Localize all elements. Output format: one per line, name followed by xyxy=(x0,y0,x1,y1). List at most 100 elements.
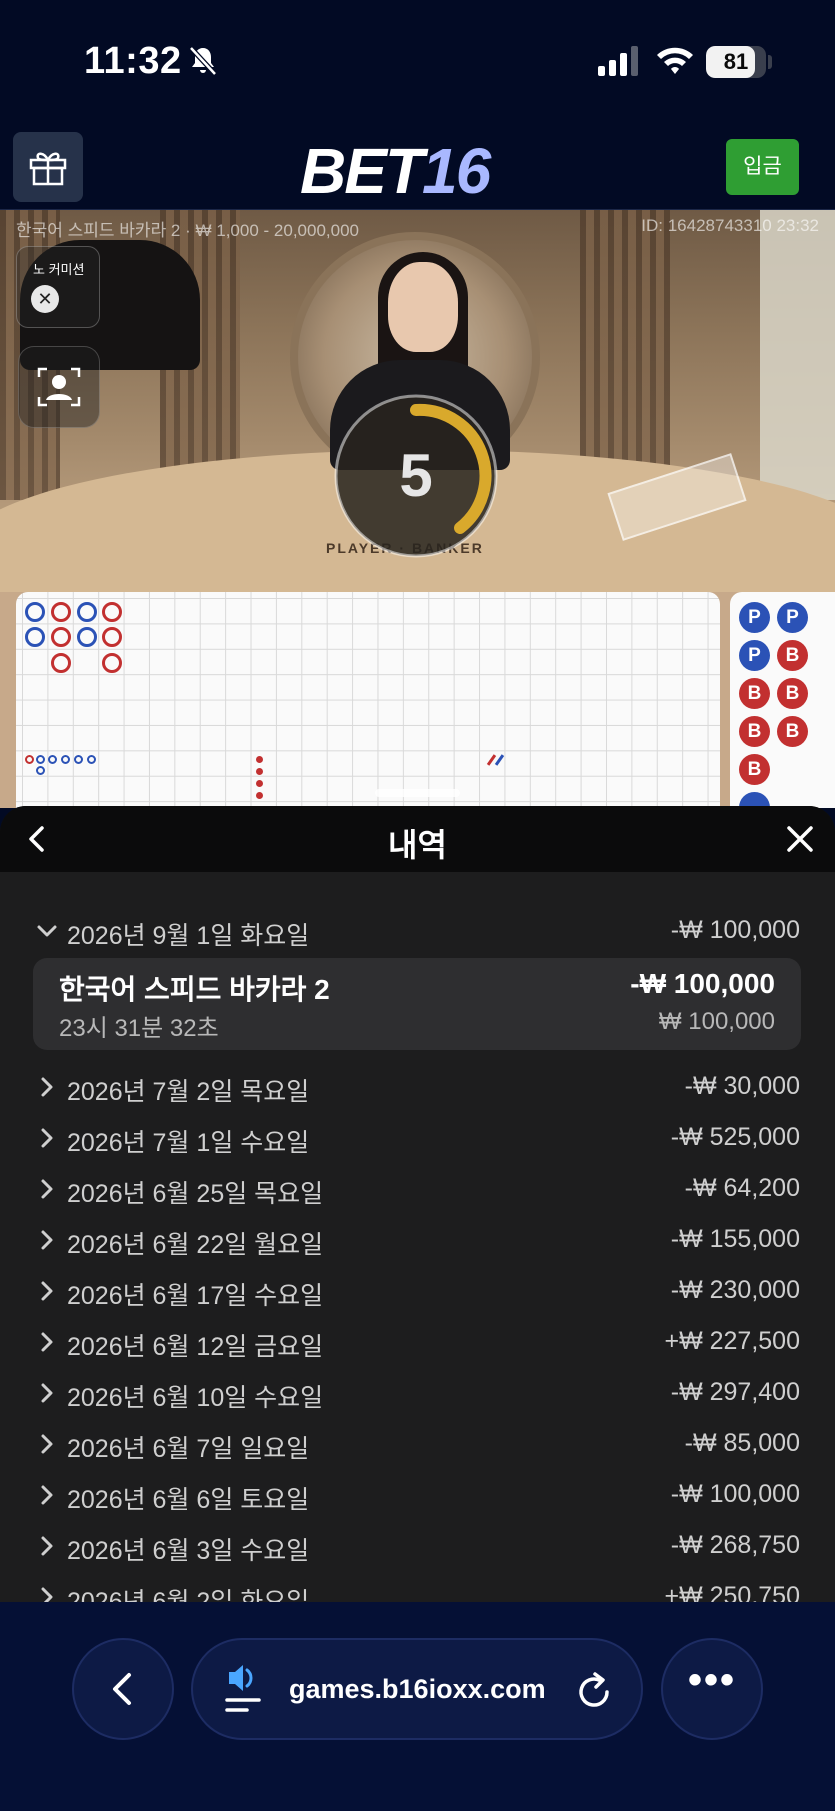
chevron-down-icon xyxy=(37,925,57,937)
bead-banker: B xyxy=(777,716,808,747)
more-options-button[interactable]: ••• xyxy=(661,1638,763,1740)
sheet-grabber[interactable] xyxy=(375,789,460,797)
chevron-right-icon xyxy=(41,1332,53,1352)
history-day-row[interactable]: 2026년 6월 25일 목요일 -₩ 64,200 xyxy=(0,1164,835,1214)
road-marker-player xyxy=(25,627,45,647)
day-date: 2026년 6월 22일 월요일 xyxy=(67,1231,324,1259)
day-amount: -₩ 230,000 xyxy=(670,1276,800,1304)
bead-banker: B xyxy=(739,716,770,747)
bet16-logo[interactable]: BET16 xyxy=(300,134,491,208)
chevron-right-icon xyxy=(41,1128,53,1148)
history-day-row[interactable]: 2026년 6월 2일 화요일 +₩ 250,750 xyxy=(0,1572,835,1602)
browser-back-button[interactable] xyxy=(72,1638,174,1740)
bet-detail-card[interactable]: 한국어 스피드 바카라 2 23시 31분 32초 -₩ 100,000 ₩ 1… xyxy=(33,958,801,1050)
road-marker-player xyxy=(77,602,97,622)
road-marker-player xyxy=(25,602,45,622)
bet-time: 23시 31분 32초 xyxy=(59,1015,219,1042)
chevron-left-icon xyxy=(113,1673,131,1705)
round-id: ID: 16428743310 23:32 xyxy=(641,216,819,235)
road-marker-banker xyxy=(51,602,71,622)
close-icon[interactable]: ✕ xyxy=(31,285,59,313)
history-day-row[interactable]: 2026년 6월 3일 수요일 -₩ 268,750 xyxy=(0,1521,835,1571)
battery-icon: 81 xyxy=(706,46,766,78)
sheet-header: 내역 xyxy=(0,806,835,872)
countdown-value: 5 xyxy=(399,442,432,509)
reload-icon[interactable] xyxy=(575,1670,615,1712)
day-date: 2026년 6월 12일 금요일 xyxy=(67,1333,324,1361)
address-bar[interactable]: games.b16ioxx.com xyxy=(191,1638,643,1740)
bell-slash-icon xyxy=(189,46,217,76)
chevron-right-icon xyxy=(41,1536,53,1556)
day-amount: -₩ 525,000 xyxy=(670,1123,800,1151)
bet-game-name: 한국어 스피드 바카라 2 xyxy=(59,974,330,1005)
chevron-right-icon xyxy=(41,1383,53,1403)
chevron-right-icon xyxy=(41,1230,53,1250)
bead-banker: B xyxy=(777,678,808,709)
logo-text-main: BET xyxy=(300,135,424,207)
bet-result-amount: -₩ 100,000 xyxy=(630,968,775,999)
small-road-marker xyxy=(74,755,83,764)
day-date: 2026년 6월 3일 수요일 xyxy=(67,1537,310,1565)
table-info: 한국어 스피드 바카라 2 · ₩ 1,000 - 20,000,000 xyxy=(16,221,359,240)
road-marker-banker xyxy=(51,627,71,647)
bet-stake: ₩ 100,000 xyxy=(658,1008,775,1035)
dealer-view-button[interactable] xyxy=(18,346,100,428)
road-marker-banker xyxy=(51,653,71,673)
day-amount: -₩ 268,750 xyxy=(670,1531,800,1559)
road-marker-banker xyxy=(102,602,122,622)
gift-button[interactable] xyxy=(13,132,83,202)
chevron-right-icon xyxy=(41,1179,53,1199)
browser-toolbar: games.b16ioxx.com ••• xyxy=(0,1602,835,1811)
day-date: 2026년 6월 25일 목요일 xyxy=(67,1180,324,1208)
close-icon[interactable] xyxy=(784,823,816,855)
small-road-marker xyxy=(36,766,45,775)
bead-banker: B xyxy=(777,640,808,671)
history-day-row[interactable]: 2026년 6월 17일 수요일 -₩ 230,000 xyxy=(0,1266,835,1316)
history-day-row[interactable]: 2026년 6월 22일 월요일 -₩ 155,000 xyxy=(0,1215,835,1265)
bead-banker: B xyxy=(739,678,770,709)
day-amount: -₩ 64,200 xyxy=(684,1174,800,1202)
day-amount: -₩ 100,000 xyxy=(670,1480,800,1508)
day-date: 2026년 6월 10일 수요일 xyxy=(67,1384,324,1412)
no-commission-label: 노 커미션 xyxy=(33,262,85,277)
wifi-icon xyxy=(657,47,693,74)
small-road-marker xyxy=(25,755,34,764)
deposit-button[interactable]: 입금 xyxy=(726,139,799,195)
roadmap-area: P P P B B B B B B xyxy=(0,592,835,808)
bead-banker: B xyxy=(739,754,770,785)
day-date: 2026년 7월 1일 수요일 xyxy=(67,1129,310,1157)
cellular-signal-icon xyxy=(598,46,638,76)
url-text: games.b16ioxx.com xyxy=(289,1674,546,1704)
day-date: 2026년 6월 7일 일요일 xyxy=(67,1435,310,1463)
cockroach-marker xyxy=(256,780,263,787)
sheet-title: 내역 xyxy=(388,827,447,863)
day-amount: -₩ 30,000 xyxy=(684,1072,800,1100)
day-date: 2026년 9월 1일 화요일 xyxy=(67,922,310,950)
history-day-row[interactable]: 2026년 6월 7일 일요일 -₩ 85,000 xyxy=(0,1419,835,1469)
history-day-row[interactable]: 2026년 6월 6일 토요일 -₩ 100,000 xyxy=(0,1470,835,1520)
battery-percent: 81 xyxy=(723,49,749,74)
cockroach-marker xyxy=(256,768,263,775)
day-amount: -₩ 155,000 xyxy=(670,1225,800,1253)
history-day-row[interactable]: 2026년 6월 12일 금요일 +₩ 227,500 xyxy=(0,1317,835,1367)
bead-road: P P P B B B B B B xyxy=(730,592,835,808)
live-dealer-video: PLAYER · BANKER 한국어 스피드 바카라 2 · ₩ 1,000 … xyxy=(0,210,835,592)
big-road-grid xyxy=(16,592,720,808)
cockroach-marker xyxy=(256,792,263,799)
small-road-marker xyxy=(61,755,70,764)
small-road-marker xyxy=(87,755,96,764)
history-day-row[interactable]: 2026년 6월 10일 수요일 -₩ 297,400 xyxy=(0,1368,835,1418)
history-day-row[interactable]: 2026년 7월 1일 수요일 -₩ 525,000 xyxy=(0,1113,835,1163)
decor-panel xyxy=(760,210,835,500)
no-commission-panel: 노 커미션 ✕ xyxy=(16,246,100,328)
day-date: 2026년 6월 2일 화요일 xyxy=(67,1588,310,1602)
bead-player: P xyxy=(739,640,770,671)
cockroach-marker xyxy=(256,756,263,763)
history-day-row-expanded[interactable]: 2026년 9월 1일 화요일 -₩ 100,000 xyxy=(0,906,835,956)
battery-nub xyxy=(768,55,772,69)
chevron-right-icon xyxy=(41,1485,53,1505)
history-day-row[interactable]: 2026년 7월 2일 목요일 -₩ 30,000 xyxy=(0,1062,835,1112)
gift-icon xyxy=(29,152,67,186)
road-marker-banker xyxy=(102,627,122,647)
day-amount: +₩ 227,500 xyxy=(664,1327,800,1355)
